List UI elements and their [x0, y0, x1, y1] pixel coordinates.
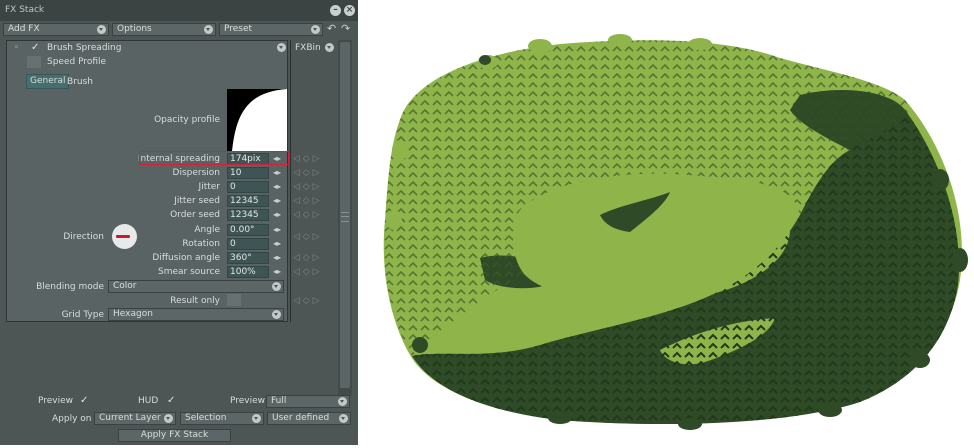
spin-icon[interactable]: ◂▸: [273, 239, 283, 249]
preview-mode-dropdown[interactable]: Full: [266, 395, 350, 408]
bottom-bar: Preview ✓ HUD ✓ Preview Full Apply on Cu…: [0, 395, 358, 445]
resize-grip-icon[interactable]: [341, 212, 349, 222]
rotation-field[interactable]: 0: [227, 238, 269, 250]
chevron-down-icon: [252, 414, 261, 423]
jitter-seed-field[interactable]: 12345: [227, 195, 269, 207]
keyframe-controls-icon[interactable]: ◁ ◇ ▷: [293, 267, 335, 277]
hud-check-icon[interactable]: ✓: [167, 395, 175, 406]
add-fx-dropdown[interactable]: Add FX: [3, 23, 109, 36]
chevron-down-icon: [338, 397, 347, 406]
apply-fx-stack-button[interactable]: Apply FX Stack: [118, 429, 231, 442]
fx-menu-button[interactable]: [275, 42, 288, 55]
speed-profile-checkbox[interactable]: [27, 56, 41, 68]
canvas[interactable]: [360, 0, 974, 445]
keyframe-controls-icon[interactable]: ◁ ◇ ▷: [293, 154, 335, 164]
hud-label: HUD: [138, 396, 159, 406]
order-seed-field[interactable]: 12345: [227, 209, 269, 221]
fxbin-label: FXBin: [295, 43, 321, 53]
close-icon[interactable]: ×: [344, 5, 355, 16]
chevron-down-icon: [164, 414, 173, 423]
smear-source-field[interactable]: 100%: [227, 266, 269, 278]
opacity-profile-label: Opacity profile: [154, 115, 220, 125]
keyframe-controls-icon[interactable]: ◁ ◇ ▷: [293, 168, 335, 178]
window-title: FX Stack: [5, 5, 45, 15]
preview-label: Preview: [38, 396, 74, 406]
tab-general[interactable]: General: [26, 74, 70, 89]
chevron-down-icon: [204, 25, 213, 34]
opacity-profile-curve[interactable]: [227, 89, 287, 151]
preset-dropdown[interactable]: Preset: [219, 23, 323, 36]
chevron-down-icon: [272, 282, 281, 291]
chevron-down-icon: [97, 25, 106, 34]
blending-mode-label: Blending mode: [36, 282, 104, 292]
undo-icon[interactable]: ↶: [327, 23, 336, 35]
redo-icon[interactable]: ↷: [341, 23, 350, 35]
tab-brush[interactable]: Brush: [64, 76, 96, 89]
order-seed-label: Order seed: [170, 210, 220, 220]
diffusion-angle-label: Diffusion angle: [152, 253, 220, 263]
chevron-down-icon: [272, 310, 281, 319]
fx-enabled-check-icon[interactable]: ✓: [31, 42, 39, 53]
keyframe-controls-icon[interactable]: ◁ ◇ ▷: [293, 296, 335, 306]
chevron-down-icon: [325, 43, 334, 52]
dispersion-field[interactable]: 10: [227, 167, 269, 179]
preview-check-icon[interactable]: ✓: [80, 395, 88, 406]
spin-icon[interactable]: ◂▸: [273, 182, 283, 192]
spin-icon[interactable]: ◂▸: [273, 253, 283, 263]
canvas-artwork: [383, 34, 968, 430]
direction-label: Direction: [63, 232, 104, 242]
fxbin-panel: FXBin: [290, 40, 339, 322]
jitter-label: Jitter: [198, 182, 220, 192]
apply-on-dropdown[interactable]: Current Layer: [94, 412, 176, 425]
preview-mode-label: Preview: [230, 396, 266, 406]
spin-icon[interactable]: ◂▸: [273, 168, 283, 178]
spin-icon[interactable]: ◂▸: [273, 267, 283, 277]
selected-param-highlight: [139, 151, 289, 165]
angle-label: Angle: [194, 225, 220, 235]
speed-profile-label: Speed Profile: [47, 57, 107, 67]
result-only-checkbox[interactable]: [227, 294, 241, 306]
diffusion-angle-field[interactable]: 360°: [227, 252, 269, 264]
minimize-icon[interactable]: –: [330, 5, 341, 16]
user-defined-dropdown[interactable]: User defined: [267, 412, 351, 425]
spin-icon[interactable]: ◂▸: [273, 210, 283, 220]
keyframe-controls-icon[interactable]: ◁ ◇ ▷: [293, 253, 335, 263]
keyframe-controls-icon[interactable]: ◁ ◇ ▷: [293, 210, 335, 220]
angle-field[interactable]: 0.00°: [227, 224, 269, 236]
jitter-seed-label: Jitter seed: [174, 196, 220, 206]
fxbin-menu-button[interactable]: [324, 42, 336, 55]
apply-on-label: Apply on: [52, 414, 92, 424]
fx-name: Brush Spreading: [47, 43, 122, 53]
fx-stack-panel: FX Stack – × Add FX Options Preset ↶ ↷ ◦…: [0, 0, 358, 445]
blending-mode-dropdown[interactable]: Color: [108, 280, 284, 293]
grid-type-label: Grid Type: [61, 310, 104, 320]
smear-source-label: Smear source: [158, 267, 220, 277]
options-dropdown[interactable]: Options: [112, 23, 216, 36]
keyframe-controls-icon[interactable]: ◁ ◇ ▷: [293, 232, 335, 242]
spin-icon[interactable]: ◂▸: [273, 225, 283, 235]
grid-type-dropdown[interactable]: Hexagon: [108, 308, 284, 321]
direction-dial[interactable]: [112, 224, 137, 249]
spin-icon[interactable]: ◂▸: [273, 196, 283, 206]
result-only-label: Result only: [170, 296, 220, 306]
keyframe-controls-icon[interactable]: ◁ ◇ ▷: [293, 196, 335, 206]
chevron-down-icon: [339, 414, 348, 423]
selection-dropdown[interactable]: Selection: [180, 412, 264, 425]
fx-toggle-icon[interactable]: ◦: [14, 43, 19, 53]
dispersion-label: Dispersion: [172, 168, 220, 178]
chevron-down-icon: [311, 25, 320, 34]
jitter-field[interactable]: 0: [227, 181, 269, 193]
keyframe-controls-icon[interactable]: ◁ ◇ ▷: [293, 182, 335, 192]
title-bar: FX Stack – ×: [0, 0, 358, 21]
chevron-down-icon: [277, 43, 286, 52]
rotation-label: Rotation: [182, 239, 220, 249]
opacity-curve-icon: [232, 89, 287, 151]
